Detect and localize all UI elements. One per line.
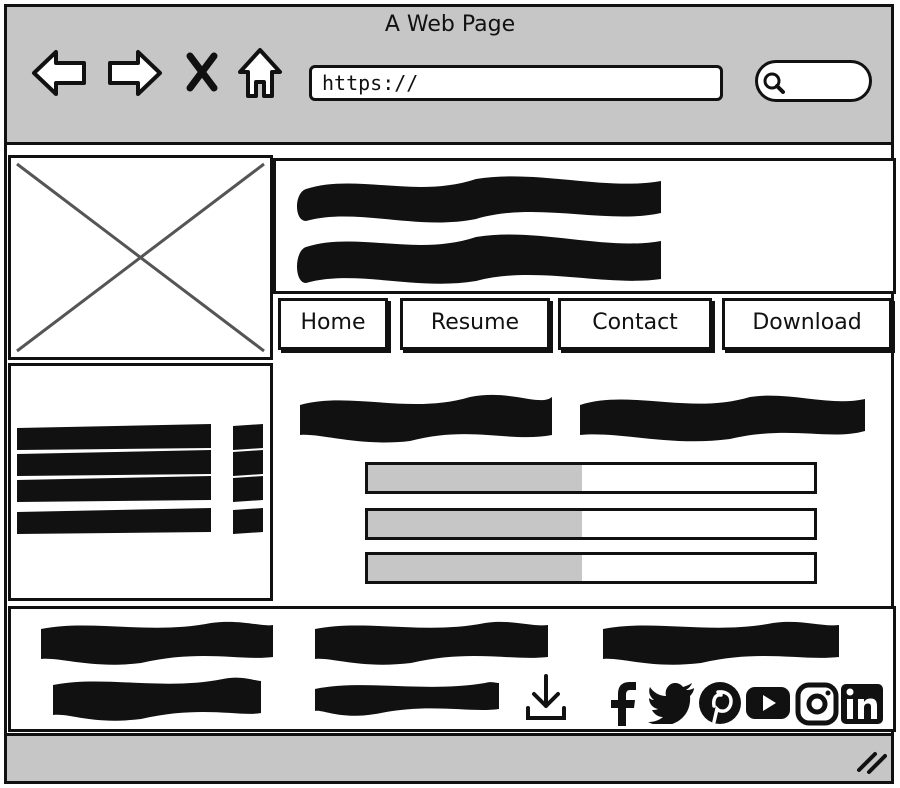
youtube-icon[interactable] xyxy=(744,683,792,723)
search-icon xyxy=(762,71,786,95)
skill-bar xyxy=(365,508,817,540)
resize-grip-icon[interactable] xyxy=(855,748,887,774)
back-arrow-icon[interactable] xyxy=(30,48,88,98)
nav-home-button[interactable]: Home xyxy=(278,298,388,350)
sidebar-panel xyxy=(8,363,273,601)
home-icon[interactable] xyxy=(236,46,284,100)
status-bar xyxy=(4,733,894,784)
header-panel xyxy=(273,158,896,294)
header-scribble-text xyxy=(297,176,661,284)
image-placeholder xyxy=(8,155,273,360)
twitter-icon[interactable] xyxy=(648,682,696,724)
pinterest-icon[interactable] xyxy=(697,680,743,726)
skill-bar xyxy=(365,552,817,584)
instagram-icon[interactable] xyxy=(795,682,839,726)
facebook-icon[interactable] xyxy=(608,680,642,728)
download-icon[interactable] xyxy=(524,672,568,724)
address-bar[interactable]: https:// xyxy=(309,65,723,101)
forward-arrow-icon[interactable] xyxy=(106,48,164,98)
nav-contact-button[interactable]: Contact xyxy=(558,298,712,350)
window-title: A Web Page xyxy=(384,12,516,37)
nav-download-button[interactable]: Download xyxy=(722,298,892,350)
sidebar-scribble-text xyxy=(17,424,263,534)
skill-bar xyxy=(365,462,817,494)
content-scribble-heading xyxy=(290,385,870,445)
linkedin-icon[interactable] xyxy=(840,683,884,725)
close-icon[interactable] xyxy=(184,52,220,92)
nav-resume-button[interactable]: Resume xyxy=(400,298,550,350)
